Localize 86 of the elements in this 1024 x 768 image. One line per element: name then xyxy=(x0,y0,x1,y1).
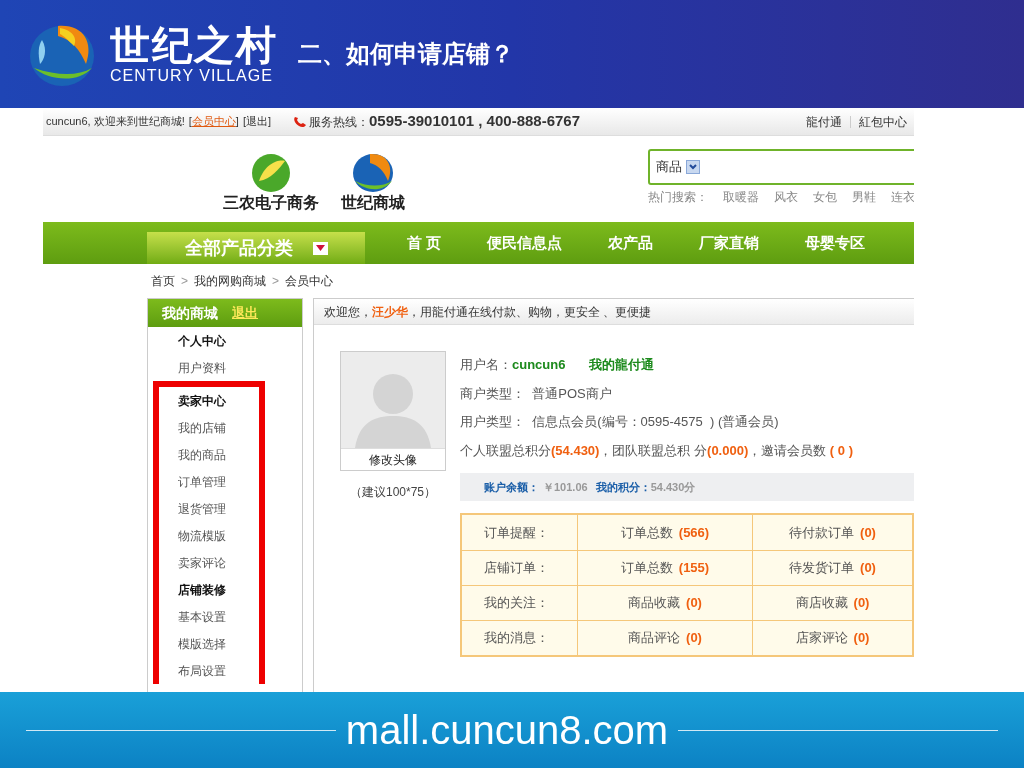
points-label: 个人联盟总积分 xyxy=(460,441,551,460)
summary-count: (566) xyxy=(678,523,710,542)
sidebar-link[interactable]: 用户资料 xyxy=(178,354,302,381)
search-category: 商品 xyxy=(656,158,682,177)
sidebar-link[interactable]: 模版选择 xyxy=(178,630,259,657)
summary-count: (0) xyxy=(686,629,702,648)
table-cell: 店铺订单： xyxy=(462,551,578,585)
sidebar-heading: 个人中心 xyxy=(178,332,227,350)
summary-link[interactable]: 待发货订单 xyxy=(789,558,855,578)
hot-search-label: 热门搜索： xyxy=(648,189,708,206)
hot-search-link[interactable]: 取暖器 xyxy=(723,188,759,206)
username-label: 用户名： xyxy=(460,356,512,374)
summary-count: (0) xyxy=(853,594,870,613)
phone-icon xyxy=(293,115,307,128)
summary-link[interactable]: 订单总数 xyxy=(620,558,673,578)
sidebar-link[interactable]: 退货管理 xyxy=(178,495,259,522)
summary-link[interactable]: 商店收藏 xyxy=(795,593,848,613)
welcome-text: ，用龍付通在线付款、购物，更安全 、更便捷 xyxy=(408,303,652,321)
bracket-text: ] xyxy=(235,114,239,130)
summary-count: (0) xyxy=(853,629,870,648)
breadcrumb-link[interactable]: 首页 xyxy=(151,272,175,290)
dropdown-icon[interactable] xyxy=(686,160,700,174)
summary-count: (0) xyxy=(686,594,702,613)
sidebar-title: 我的商城 xyxy=(162,303,218,323)
breadcrumb-link[interactable]: 我的网购商城 xyxy=(194,272,266,290)
hotline-numbers: 0595-39010101 , 400-888-6767 xyxy=(369,111,581,132)
top-link[interactable]: 龍付通 xyxy=(806,112,842,131)
summary-link[interactable]: 待付款订单 xyxy=(789,522,855,543)
search-field[interactable]: 商品 xyxy=(648,149,914,185)
sidebar-link[interactable]: 布局设置 xyxy=(178,657,259,684)
summary-count: (155) xyxy=(678,559,710,578)
points-value: ( 0 ) xyxy=(828,441,853,460)
points-total-label: 我的积分： xyxy=(595,479,651,495)
hot-search-link[interactable]: 男鞋 xyxy=(852,188,876,206)
points-value: (0.000) xyxy=(707,441,749,460)
brand-subtitle: CENTURY VILLAGE xyxy=(110,67,274,85)
breadcrumb-link[interactable]: 会员中心 xyxy=(285,272,334,290)
points-total-value: 54.430分 xyxy=(650,479,696,495)
brand-name: 世纪之村 xyxy=(110,23,278,67)
greeting-text: cuncun6, 欢迎来到世纪商城! xyxy=(46,114,185,130)
sidebar-heading: 店铺装修 xyxy=(178,581,227,599)
summary-link[interactable]: 商品收藏 xyxy=(628,593,681,613)
sidebar-link[interactable]: 物流模版 xyxy=(178,522,259,549)
wallet-link[interactable]: 我的龍付通 xyxy=(589,355,655,375)
sidebar-link[interactable]: 订单管理 xyxy=(178,468,259,495)
balance-value: ￥101.06 xyxy=(543,479,588,495)
points-value: (54.430) xyxy=(551,441,600,460)
table-cell: 我的消息： xyxy=(462,621,578,655)
summary-link[interactable]: 商品评论 xyxy=(628,628,681,648)
balance-label: 账户余额： xyxy=(484,479,539,495)
footer-url: mall.cuncun8.com xyxy=(345,708,669,752)
summary-link[interactable]: 店家评论 xyxy=(795,628,848,648)
sidebar-heading: 卖家中心 xyxy=(178,392,227,410)
caret-icon xyxy=(312,241,328,255)
slide-title: 二、如何申请店铺？ xyxy=(298,39,514,69)
summary-count: (0) xyxy=(860,523,876,542)
change-avatar-button[interactable]: 修改头像 xyxy=(341,448,445,470)
logo-caption: 三农电子商务 xyxy=(223,193,319,213)
flower-logo-icon xyxy=(350,151,396,193)
breadcrumb-separator: > xyxy=(181,273,188,290)
user-type-text: 用户类型： 信息点会员(编号：0595-4575 ) (普通会员) xyxy=(460,413,780,431)
hot-search-link[interactable]: 连衣 xyxy=(891,188,914,206)
points-label: ，团队联盟总积 分 xyxy=(599,441,708,460)
summary-link[interactable]: 订单总数 xyxy=(620,522,673,543)
username-value: cuncun6 xyxy=(512,356,566,374)
welcome-text: 欢迎您， xyxy=(324,303,372,321)
merchant-type-text: 商户类型： 普通POS商户 xyxy=(460,384,613,403)
bracket-text: [ xyxy=(188,114,192,130)
table-cell: 订单提醒： xyxy=(462,515,578,550)
hot-search-link[interactable]: 风衣 xyxy=(774,188,798,206)
sidebar-link[interactable]: 卖家评论 xyxy=(178,549,259,576)
logout-link[interactable]: [退出] xyxy=(242,113,271,130)
leaf-logo-icon xyxy=(251,153,291,193)
hot-search-link[interactable]: 女包 xyxy=(813,188,837,206)
breadcrumb-separator: > xyxy=(272,273,280,290)
sidebar-link[interactable]: 我的店铺 xyxy=(178,414,259,441)
avatar-size-hint: （建议100*75） xyxy=(349,484,436,501)
logo-caption: 世纪商城 xyxy=(341,193,405,213)
user-name: 汪少华 xyxy=(372,303,408,321)
sidebar-link[interactable]: 我的商品 xyxy=(178,441,259,468)
hotline-label: 服务热线： xyxy=(309,113,369,131)
top-link[interactable]: 紅包中心 xyxy=(859,112,907,131)
summary-count: (0) xyxy=(860,559,876,578)
table-cell: 我的关注： xyxy=(462,586,578,620)
points-label: ，邀请会员数 xyxy=(748,441,827,460)
sidebar-link[interactable]: 基本设置 xyxy=(178,603,259,630)
